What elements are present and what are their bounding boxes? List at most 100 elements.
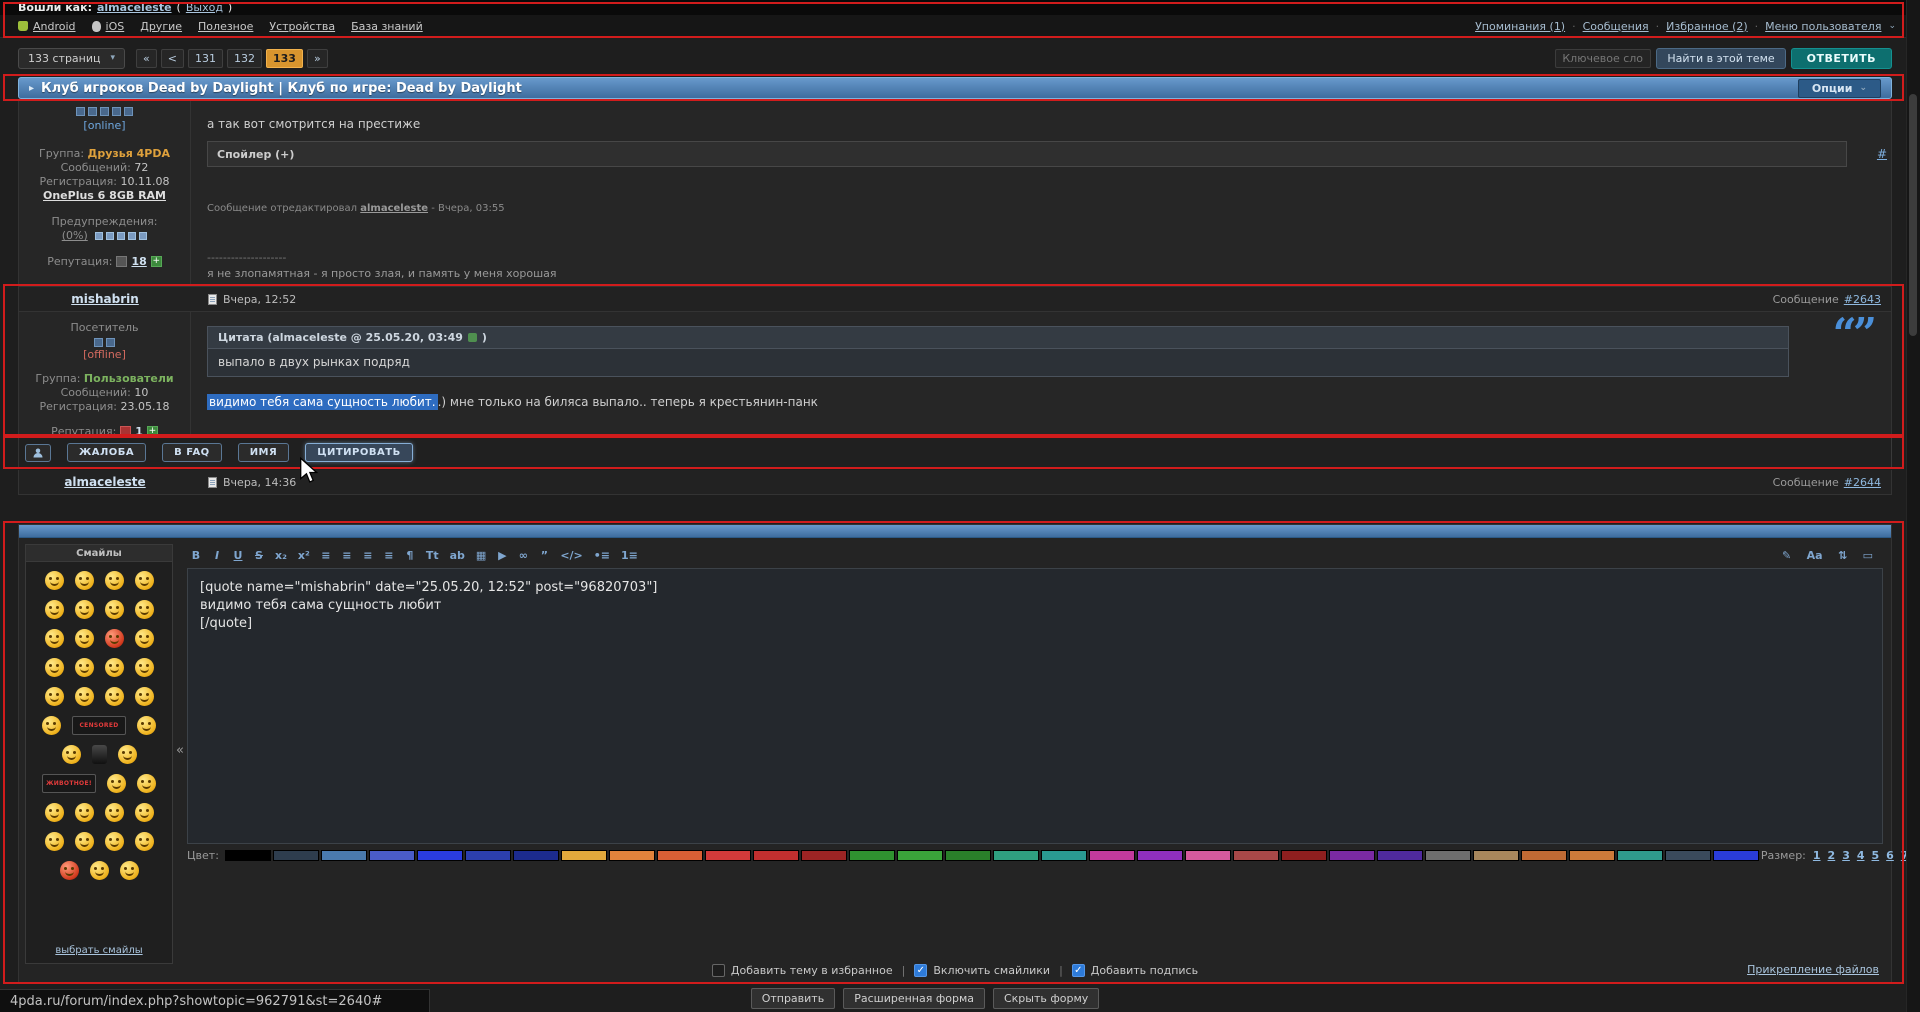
smiley-icon[interactable]: [107, 774, 126, 793]
smiley-icon[interactable]: [137, 716, 156, 735]
nav-right-item-0[interactable]: Упоминания (1): [1475, 20, 1565, 33]
attach-files-link[interactable]: Прикрепление файлов: [1747, 963, 1879, 976]
swap-button[interactable]: ⇅: [1834, 547, 1852, 564]
color-swatch[interactable]: [321, 850, 367, 861]
mini-square[interactable]: [100, 107, 109, 116]
color-swatch[interactable]: [1425, 850, 1471, 861]
smiley-icon[interactable]: [105, 629, 124, 648]
color-swatch[interactable]: [1617, 850, 1663, 861]
author-username-link[interactable]: mishabrin: [71, 292, 139, 306]
underline-button[interactable]: U: [229, 547, 247, 564]
color-swatch[interactable]: [1089, 850, 1135, 861]
to-faq-button[interactable]: В FAQ: [162, 443, 222, 462]
smiley-icon[interactable]: [135, 571, 154, 590]
smiley-icon[interactable]: [120, 861, 139, 880]
smiley-icon[interactable]: [75, 629, 94, 648]
smiley-icon[interactable]: [105, 687, 124, 706]
smiley-icon[interactable]: [75, 832, 94, 851]
color-swatch[interactable]: [1281, 850, 1327, 861]
message-number-link[interactable]: #2644: [1844, 476, 1881, 489]
add-to-favorites-checkbox[interactable]: [712, 964, 725, 977]
smiley-icon[interactable]: [75, 658, 94, 677]
smiley-icon[interactable]: [135, 803, 154, 822]
smiley-icon[interactable]: [105, 600, 124, 619]
post-anchor-link[interactable]: #: [1877, 147, 1887, 161]
smiley-icon[interactable]: [45, 571, 64, 590]
insert-image-button[interactable]: ▦: [472, 547, 490, 564]
smiley-icon[interactable]: [60, 861, 79, 880]
nav-item-полезное[interactable]: Полезное: [198, 20, 253, 33]
message-number-link[interactable]: #2643: [1844, 293, 1881, 306]
strikethrough-button[interactable]: S: [250, 547, 268, 564]
mini-square[interactable]: [117, 232, 125, 240]
italic-button[interactable]: I: [208, 547, 226, 564]
color-swatch[interactable]: [369, 850, 415, 861]
vertical-scrollbar[interactable]: [1906, 0, 1920, 1012]
nav-item-база-знаний[interactable]: База знаний: [351, 20, 423, 33]
color-swatch[interactable]: [897, 850, 943, 861]
spellcheck-button[interactable]: Aa: [1803, 547, 1827, 564]
smiley-icon[interactable]: [42, 716, 61, 735]
enable-smileys-checkbox-label[interactable]: Включить смайлики: [933, 964, 1050, 977]
find-in-topic-button[interactable]: Найти в этой теме: [1656, 48, 1785, 69]
smiley-icon[interactable]: [75, 600, 94, 619]
align-center-button[interactable]: ≡: [338, 547, 356, 564]
color-swatch[interactable]: [417, 850, 463, 861]
nav-item-android[interactable]: Android: [18, 20, 76, 33]
font-size-3[interactable]: 3: [1842, 849, 1850, 862]
color-swatch[interactable]: [849, 850, 895, 861]
first-page-button[interactable]: «: [136, 49, 157, 68]
color-swatch[interactable]: [993, 850, 1039, 861]
insert-quote-button[interactable]: ”: [535, 547, 553, 564]
reply-button[interactable]: ОТВЕТИТЬ: [1791, 48, 1892, 69]
insert-code-button[interactable]: </>: [556, 547, 586, 564]
subscript-button[interactable]: x₂: [271, 547, 291, 564]
color-swatch[interactable]: [1185, 850, 1231, 861]
color-swatch[interactable]: [1713, 850, 1759, 861]
color-swatch[interactable]: [273, 850, 319, 861]
smiley-icon[interactable]: [105, 803, 124, 822]
mini-square[interactable]: [94, 338, 103, 347]
post-permalink-icon[interactable]: [208, 294, 217, 305]
color-swatch[interactable]: [1569, 850, 1615, 861]
color-swatch[interactable]: [513, 850, 559, 861]
smiley-icon[interactable]: [45, 658, 64, 677]
prev-page-button[interactable]: <: [161, 49, 184, 68]
nav-item-устройства[interactable]: Устройства: [269, 20, 335, 33]
add-to-favorites-checkbox-label[interactable]: Добавить тему в избранное: [731, 964, 893, 977]
smiley-icon[interactable]: [75, 687, 94, 706]
smiley-icon[interactable]: [92, 745, 107, 764]
add-signature-checkbox[interactable]: ✓: [1072, 964, 1085, 977]
nav-right-item-3[interactable]: Меню пользователя: [1765, 20, 1881, 33]
pencil-button[interactable]: ✎: [1778, 547, 1796, 564]
color-swatch[interactable]: [657, 850, 703, 861]
mini-square[interactable]: [128, 232, 136, 240]
scrollbar-thumb[interactable]: [1909, 94, 1917, 336]
mini-square[interactable]: [106, 232, 114, 240]
smiley-icon[interactable]: [45, 687, 64, 706]
enable-smileys-checkbox[interactable]: ✓: [914, 964, 927, 977]
superscript-button[interactable]: x²: [294, 547, 314, 564]
list-ol-button[interactable]: 1≡: [617, 547, 642, 564]
smiley-icon[interactable]: [62, 745, 81, 764]
bold-button[interactable]: B: [187, 547, 205, 564]
smiley-icon[interactable]: [135, 832, 154, 851]
message-textarea[interactable]: [quote name="mishabrin" date="25.05.20, …: [187, 568, 1883, 844]
mini-square[interactable]: [106, 338, 115, 347]
mini-square[interactable]: [76, 107, 85, 116]
mini-square[interactable]: [139, 232, 147, 240]
smiley-icon[interactable]: [135, 658, 154, 677]
smiley-icon[interactable]: [105, 571, 124, 590]
smiley-icon[interactable]: [45, 803, 64, 822]
topic-marker-icon[interactable]: ▸: [29, 83, 34, 94]
name-button[interactable]: ИМЯ: [238, 443, 290, 462]
snapback-icon[interactable]: [468, 333, 477, 342]
mini-square[interactable]: [124, 107, 133, 116]
nav-item-ios[interactable]: iOS: [92, 20, 125, 33]
offtop-button[interactable]: ¶: [401, 547, 419, 564]
nav-right-item-2[interactable]: Избранное (2): [1666, 20, 1748, 33]
current-user-link[interactable]: almaceleste: [97, 1, 172, 14]
warnings-value[interactable]: (0%): [62, 229, 88, 242]
smiley-icon[interactable]: [90, 861, 109, 880]
smiley-icon[interactable]: CENSORED: [72, 716, 126, 735]
